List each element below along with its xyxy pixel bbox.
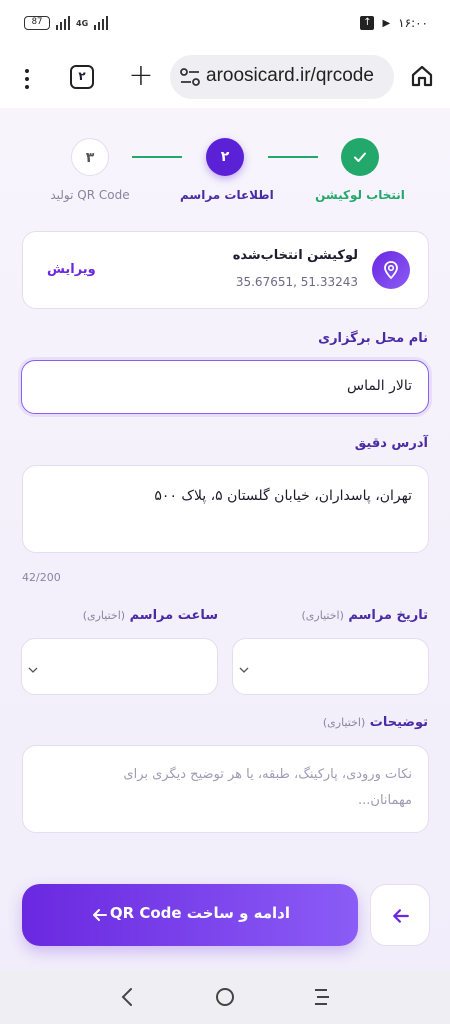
system-nav-bar <box>0 970 450 1024</box>
date-label-text: تاریخ مراسم <box>348 608 428 623</box>
date-label: تاریخ مراسم (اختیاری) <box>302 608 428 623</box>
url-text: aroosicard.ir/qrcode <box>206 65 374 86</box>
location-title: لوکیشن انتخاب‌شده <box>232 248 358 263</box>
address-textarea[interactable]: تهران، پاسداران، خیابان گلستان ۵، پلاک ۵… <box>22 465 429 553</box>
address-label: آدرس دقیق <box>354 436 428 451</box>
arrow-left-icon <box>393 909 409 923</box>
home-nav-icon[interactable] <box>215 987 235 1007</box>
location-card: لوکیشن انتخاب‌شده 35.67651, 51.33243 ویر… <box>22 231 429 309</box>
home-icon[interactable] <box>410 64 434 88</box>
network-type: 4G <box>76 18 89 28</box>
arrow-left-icon <box>93 909 107 921</box>
plus-icon[interactable]: + <box>126 58 156 94</box>
stepper: انتخاب لوکیشن ۲ اطلاعات مراسم ۳ تولید QR… <box>0 138 450 208</box>
battery-level: 87 <box>31 17 43 27</box>
back-button[interactable] <box>370 884 430 946</box>
step-3-label: تولید QR Code <box>50 188 130 202</box>
venue-label: نام محل برگزاری <box>318 331 428 346</box>
step-1-circle <box>341 138 379 176</box>
time-select[interactable] <box>21 638 218 695</box>
status-bar: 87 4G ↑ ▶ ۱۶:۰۰ <box>0 0 450 52</box>
location-pin-icon <box>372 251 410 289</box>
browser-toolbar: ۲ + aroosicard.ir/qrcode <box>0 52 450 108</box>
edit-location-link[interactable]: ویرایش <box>47 262 96 277</box>
check-icon <box>354 152 366 162</box>
back-nav-icon[interactable] <box>120 987 134 1007</box>
site-settings-icon[interactable] <box>180 68 200 86</box>
address-char-counter: 42/200 <box>22 571 61 584</box>
url-bar[interactable]: aroosicard.ir/qrcode <box>170 55 394 99</box>
address-value: تهران، پاسداران، خیابان گلستان ۵، پلاک ۵… <box>154 488 412 504</box>
notes-placeholder: نکات ورودی، پارکینگ، طبقه، یا هر توضیح د… <box>123 767 412 808</box>
notes-textarea[interactable]: نکات ورودی، پارکینگ، طبقه، یا هر توضیح د… <box>22 745 429 833</box>
step-2-label: اطلاعات مراسم <box>180 188 274 202</box>
time-label: ساعت مراسم (اختیاری) <box>83 608 218 623</box>
step-connector <box>268 156 318 158</box>
venue-input[interactable]: تالار الماس <box>21 360 429 414</box>
step-3-circle: ۳ <box>71 138 109 176</box>
step-3-number: ۳ <box>85 150 95 166</box>
tab-count: ۲ <box>78 69 86 83</box>
notes-optional: (اختیاری) <box>322 716 366 729</box>
venue-value: تالار الماس <box>347 378 412 394</box>
page-content: انتخاب لوکیشن ۲ اطلاعات مراسم ۳ تولید QR… <box>0 108 450 970</box>
menu-dots-icon[interactable] <box>18 64 36 94</box>
notes-label-text: توضیحات <box>369 715 428 730</box>
step-connector <box>132 156 182 158</box>
continue-button[interactable]: ادامه و ساخت QR Code <box>22 884 358 946</box>
step-2-circle: ۲ <box>206 138 244 176</box>
upload-icon: ↑ <box>360 16 375 30</box>
step-2-number: ۲ <box>220 149 230 165</box>
step-1-label: انتخاب لوکیشن <box>315 188 405 202</box>
battery-icon: 87 <box>24 16 50 30</box>
tabs-icon[interactable]: ۲ <box>70 65 94 89</box>
time-label-text: ساعت مراسم <box>129 608 218 623</box>
date-select[interactable] <box>232 638 429 695</box>
continue-button-label: ادامه و ساخت QR Code <box>109 904 290 922</box>
chevron-down-icon <box>28 667 38 673</box>
location-coords: 35.67651, 51.33243 <box>235 275 358 289</box>
chevron-down-icon <box>239 667 249 673</box>
signal-icon-2 <box>94 16 109 30</box>
time-optional: (اختیاری) <box>82 609 126 622</box>
notes-label: توضیحات (اختیاری) <box>323 715 428 730</box>
recents-nav-icon[interactable] <box>313 987 331 1007</box>
clock-time: ۱۶:۰۰ <box>398 16 428 30</box>
play-icon: ▶ <box>382 17 391 29</box>
date-optional: (اختیاری) <box>301 609 344 622</box>
signal-icon <box>56 16 70 30</box>
